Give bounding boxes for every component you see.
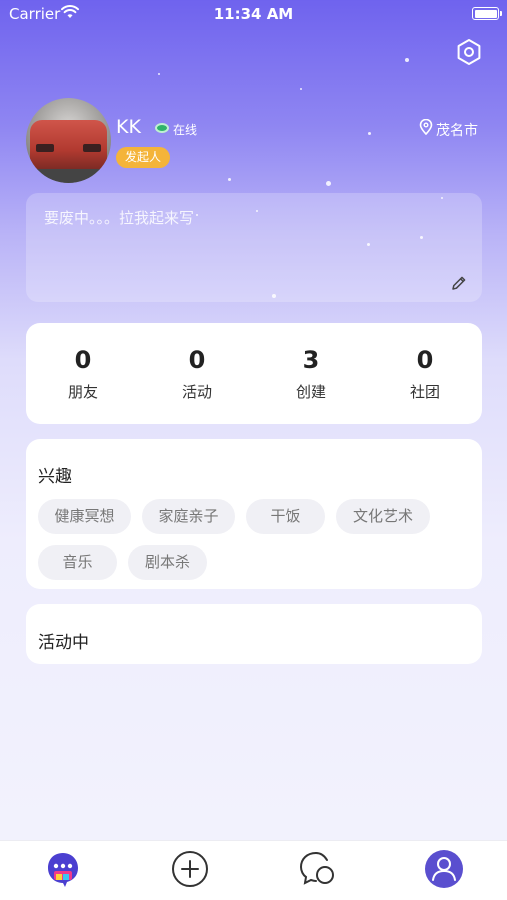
battery-icon <box>472 7 502 20</box>
location-pin-icon <box>419 119 433 135</box>
settings-gear-icon[interactable] <box>455 38 483 66</box>
edit-pencil-icon[interactable] <box>450 274 468 292</box>
location-label[interactable]: 茂名市 <box>436 120 478 140</box>
role-badge: 发起人 <box>116 147 171 168</box>
activity-title: 活动中 <box>38 633 89 653</box>
stat-friends[interactable]: 0 朋友 <box>26 323 140 424</box>
stat-label: 社团 <box>409 383 440 401</box>
home-chat-icon[interactable] <box>43 849 83 889</box>
message-bubble-icon[interactable] <box>297 849 337 889</box>
activity-card[interactable]: 活动中 <box>26 604 482 664</box>
tab-bar <box>0 840 507 900</box>
stat-created[interactable]: 3 创建 <box>254 323 368 424</box>
interests-title: 兴趣 <box>38 467 72 487</box>
bio-text: 要废中。。。拉我起来写 <box>44 209 195 227</box>
interest-tag[interactable]: 文化艺术 <box>336 499 430 534</box>
clock: 11:34 AM <box>213 5 294 23</box>
status-bar: Carrier 11:34 AM <box>0 0 507 28</box>
stat-label: 朋友 <box>67 383 98 401</box>
stat-label: 创建 <box>295 383 326 401</box>
stat-label: 活动 <box>181 383 212 401</box>
stat-clubs[interactable]: 0 社团 <box>368 323 482 424</box>
add-circle-icon[interactable] <box>170 849 210 889</box>
avatar[interactable] <box>26 98 111 183</box>
interest-tag[interactable]: 家庭亲子 <box>142 499 235 534</box>
interest-tag[interactable]: 健康冥想 <box>38 499 131 534</box>
avatar-car-image <box>30 120 107 170</box>
profile-icon[interactable] <box>424 849 464 889</box>
interest-tag[interactable]: 干饭 <box>246 499 325 534</box>
stat-value: 0 <box>416 346 434 374</box>
online-indicator-icon <box>155 123 169 133</box>
stat-value: 3 <box>302 346 320 374</box>
interests-card: 兴趣 健康冥想 家庭亲子 干饭 文化艺术 音乐 剧本杀 <box>26 439 482 589</box>
interest-tag[interactable]: 音乐 <box>38 545 117 580</box>
online-status-label: 在线 <box>173 123 198 137</box>
avatar-ground <box>26 169 111 183</box>
interest-tag[interactable]: 剧本杀 <box>128 545 207 580</box>
stats-card: 0 朋友 0 活动 3 创建 0 社团 <box>26 323 482 424</box>
stat-value: 0 <box>74 346 92 374</box>
username: KK <box>116 116 141 138</box>
stat-value: 0 <box>188 346 206 374</box>
bio-box[interactable]: 要废中。。。拉我起来写 <box>26 193 482 302</box>
stat-activities[interactable]: 0 活动 <box>140 323 254 424</box>
